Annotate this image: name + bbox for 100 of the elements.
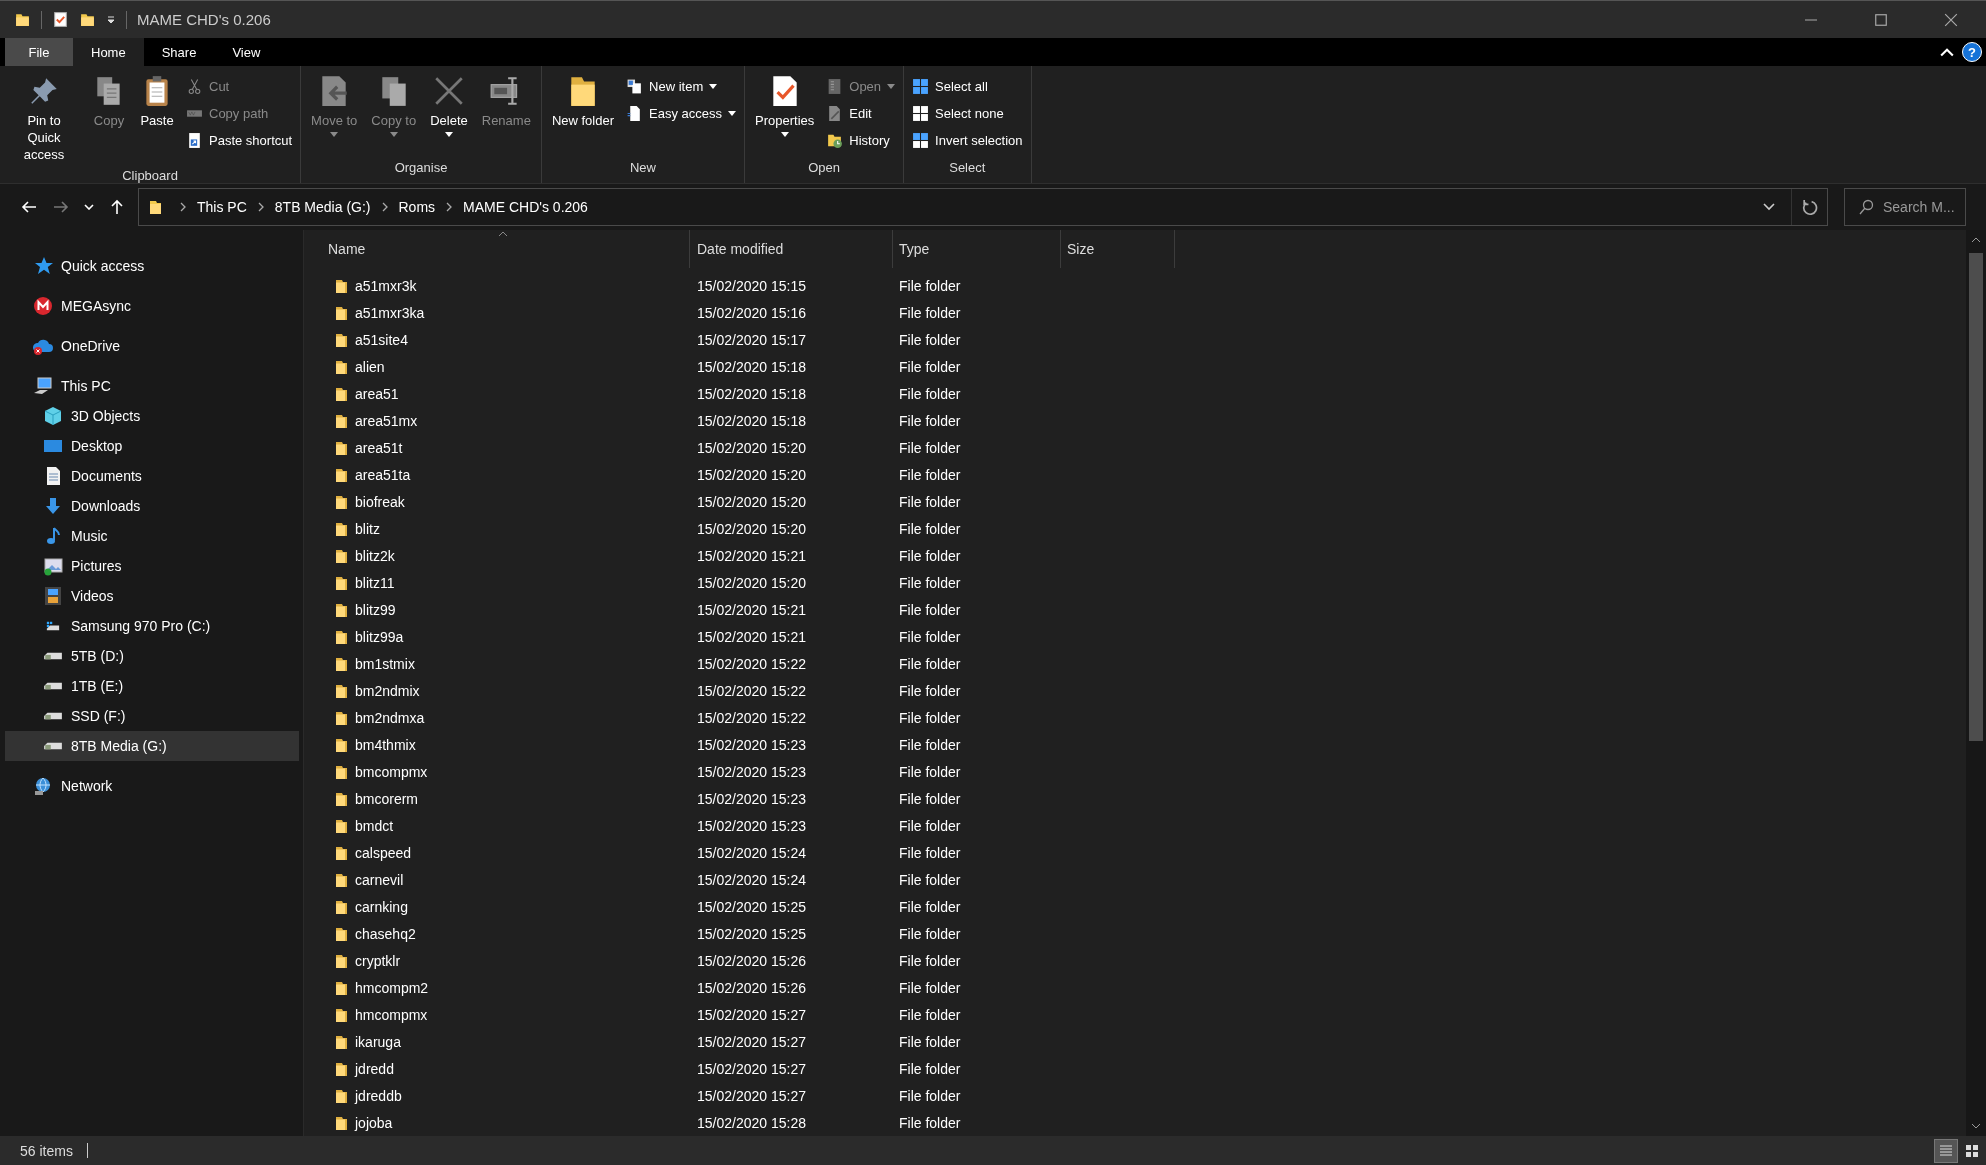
file-name[interactable]: blitz99a — [355, 628, 404, 645]
folder-icon — [333, 871, 349, 888]
nav-item[interactable]: OneDrive — [5, 331, 299, 361]
ribbon-tab[interactable]: File — [5, 38, 73, 66]
breadcrumb[interactable]: Roms — [398, 199, 436, 215]
ribbon-tab[interactable]: Home — [73, 38, 144, 66]
column-header[interactable]: Name — [318, 230, 690, 268]
ribbon-small-button[interactable]: Edit — [822, 101, 900, 126]
file-name[interactable]: hmcompm2 — [355, 979, 429, 996]
file-name[interactable]: ikaruga — [355, 1033, 401, 1050]
nav-item[interactable]: Samsung 970 Pro (C:) — [5, 611, 299, 641]
nav-item[interactable]: 8TB Media (G:) — [5, 731, 299, 761]
nav-item[interactable]: Desktop — [5, 431, 299, 461]
file-name[interactable]: area51 — [355, 385, 399, 402]
nav-item[interactable]: Videos — [5, 581, 299, 611]
file-name[interactable]: area51ta — [355, 466, 411, 483]
nav-item[interactable]: This PC — [5, 371, 299, 401]
file-name[interactable]: area51mx — [355, 412, 418, 429]
file-name[interactable]: jdreddb — [355, 1087, 402, 1104]
nav-item[interactable]: MEGAsync — [5, 291, 299, 321]
file-name[interactable]: blitz2k — [355, 547, 395, 564]
nav-item[interactable]: Documents — [5, 461, 299, 491]
ribbon-small-button[interactable]: Select all — [908, 74, 1027, 99]
help-button[interactable]: ? — [1962, 42, 1982, 62]
file-name[interactable]: calspeed — [355, 844, 412, 861]
address-bar[interactable]: This PC 8TB Media (G:) Roms MAME CHD's 0.206 — [138, 188, 1828, 226]
scrollbar-thumb[interactable] — [1969, 253, 1983, 741]
ribbon-small-button[interactable]: Easy access — [622, 101, 740, 126]
ribbon-small-button[interactable]: Invert selection — [908, 128, 1027, 153]
scroll-down-icon[interactable] — [1971, 1123, 1981, 1129]
type-cell: File folder — [899, 736, 961, 753]
file-name[interactable]: a51mxr3k — [355, 277, 417, 294]
file-name[interactable]: blitz11 — [355, 574, 395, 591]
nav-item[interactable]: 1TB (E:) — [5, 671, 299, 701]
ribbon-button[interactable]: Paste — [134, 72, 180, 165]
nav-item[interactable]: Music — [5, 521, 299, 551]
search-field[interactable]: Search M... — [1844, 188, 1966, 226]
breadcrumb[interactable]: This PC — [197, 199, 247, 215]
column-header[interactable]: Type — [893, 230, 1061, 268]
chevron-icon[interactable] — [180, 202, 186, 212]
file-name[interactable]: blitz99 — [355, 601, 396, 618]
file-name[interactable]: a51site4 — [355, 331, 408, 348]
grid-icon — [1965, 1143, 1979, 1158]
file-name[interactable]: carnevil — [355, 871, 404, 888]
ribbon-small-button[interactable]: New item — [622, 74, 740, 99]
file-name[interactable]: cryptklr — [355, 952, 401, 969]
file-name[interactable]: bm2ndmix — [355, 682, 420, 699]
file-name[interactable]: chasehq2 — [355, 925, 416, 942]
caret-icon[interactable] — [106, 14, 116, 25]
ribbon-small-button[interactable]: History — [822, 128, 900, 153]
ribbon-small-button[interactable]: Paste shortcut — [182, 128, 297, 153]
nav-item[interactable]: Pictures — [5, 551, 299, 581]
nav-item[interactable]: Downloads — [5, 491, 299, 521]
date-cell: 15/02/2020 15:18 — [697, 358, 806, 375]
checklist-icon[interactable] — [52, 11, 69, 28]
ribbon-button[interactable]: Properties — [749, 72, 821, 157]
nav-item[interactable]: Network — [5, 771, 299, 801]
file-name[interactable]: alien — [355, 358, 385, 375]
file-name[interactable]: bm4thmix — [355, 736, 416, 753]
file-name[interactable]: area51t — [355, 439, 403, 456]
chevron-icon[interactable] — [257, 202, 264, 212]
ribbon-button[interactable]: Delete — [424, 72, 474, 157]
ribbon-button[interactable]: New folder — [545, 72, 621, 157]
folder-icon[interactable] — [14, 11, 31, 28]
column-header[interactable]: Size — [1061, 230, 1175, 268]
column-header[interactable]: Date modified — [690, 230, 893, 268]
type-cell: File folder — [899, 1060, 961, 1077]
breadcrumb[interactable]: 8TB Media (G:) — [274, 199, 371, 215]
scroll-up-icon[interactable] — [1971, 237, 1981, 243]
file-name[interactable]: bm2ndmxa — [355, 709, 425, 726]
type-cell: File folder — [899, 1114, 961, 1131]
details-view-button[interactable] — [1934, 1138, 1958, 1163]
new-item-icon — [626, 78, 644, 95]
caret-icon[interactable] — [1763, 203, 1775, 211]
file-name[interactable]: bmdct — [355, 817, 394, 834]
ribbon-tab[interactable]: View — [214, 38, 279, 66]
file-name[interactable]: jdredd — [355, 1060, 394, 1077]
file-name[interactable]: carnking — [355, 898, 408, 915]
ribbon-button[interactable]: Pin to Quick access — [4, 72, 84, 165]
breadcrumb[interactable]: MAME CHD's 0.206 — [463, 199, 588, 215]
file-name[interactable]: bmcorerm — [355, 790, 418, 807]
ribbon-tab[interactable]: Share — [143, 38, 215, 66]
chevron-icon[interactable] — [446, 202, 453, 212]
chevron-icon[interactable] — [381, 202, 388, 212]
collapse-caret-icon[interactable] — [1940, 47, 1954, 57]
file-name[interactable]: bmcompmx — [355, 763, 428, 780]
nav-item[interactable]: Quick access — [5, 251, 299, 281]
file-name[interactable]: blitz — [355, 520, 380, 537]
file-name[interactable]: jojoba — [355, 1114, 393, 1131]
file-name[interactable]: a51mxr3ka — [355, 304, 425, 321]
nav-item[interactable]: 3D Objects — [5, 401, 299, 431]
scrollbar[interactable] — [1966, 230, 1986, 1136]
ribbon-small-button[interactable]: Select none — [908, 101, 1027, 126]
file-name[interactable]: biofreak — [355, 493, 405, 510]
folder-icon[interactable] — [79, 11, 96, 28]
nav-item[interactable]: 5TB (D:) — [5, 641, 299, 671]
type-cell: File folder — [899, 709, 961, 726]
nav-item[interactable]: SSD (F:) — [5, 701, 299, 731]
file-name[interactable]: bm1stmix — [355, 655, 415, 672]
file-name[interactable]: hmcompmx — [355, 1006, 428, 1023]
